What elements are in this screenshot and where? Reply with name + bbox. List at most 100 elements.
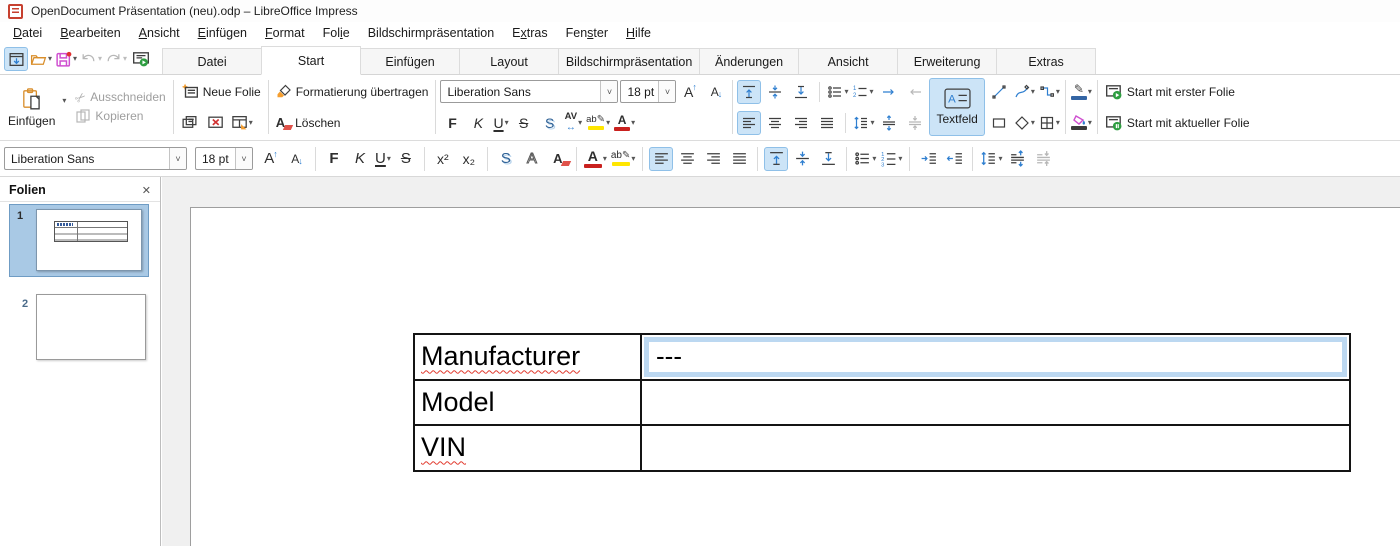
insert-textbox-button[interactable]: A Textfeld [929,78,984,136]
slide-thumbnail-1[interactable]: 1 [9,204,149,277]
tab-layout[interactable]: Layout [459,48,559,74]
align-justify-button[interactable] [815,111,839,135]
insert-line-button[interactable] [987,80,1011,104]
decrease-paragraph-spacing-button[interactable] [903,111,927,135]
unordered-list-button-2[interactable]: ▾ [853,150,877,167]
table-cell-vin-label[interactable]: VIN [415,426,640,470]
tab-extras[interactable]: Extras [996,48,1096,74]
content-table[interactable]: Manufacturer --- Model VIN [413,333,1351,472]
font-name-combo-2[interactable]: Liberation Sans ˅ [4,147,187,170]
table-cell-model-label[interactable]: Model [415,381,640,425]
decrease-paragraph-spacing-button-2[interactable] [1031,147,1055,171]
paste-button[interactable]: Einfügen [2,85,61,130]
start-first-slide-button[interactable]: Start mit erster Folie [1102,81,1238,103]
fill-color-button[interactable]: ▾ [1070,115,1093,130]
slide-thumbnail-2[interactable] [36,294,146,360]
increase-indent-button[interactable] [916,147,940,171]
align-center-button[interactable] [763,111,787,135]
delete-slide-button[interactable] [204,111,228,135]
menu-hilfe[interactable]: Hilfe [617,24,660,42]
undo-dropdown[interactable]: ▾ [98,55,102,63]
clear-formatting-button[interactable]: A Löschen [273,113,344,132]
ordered-list-button-2[interactable]: 123 ▾ [879,150,903,167]
grow-font-button-2[interactable]: A↑ [259,147,283,171]
menu-bildschirmpraesentation[interactable]: Bildschirmpräsentation [359,24,503,42]
align-left-button-2[interactable] [649,147,673,171]
increase-paragraph-spacing-button-2[interactable] [1005,147,1029,171]
ordered-list-button[interactable]: 12 ▾ [851,84,874,100]
active-text-edit-frame[interactable]: --- [644,337,1347,377]
menu-format[interactable]: Format [256,24,314,42]
tab-erweiterung[interactable]: Erweiterung [897,48,997,74]
workspace-canvas[interactable]: Manufacturer --- Model VIN [162,177,1400,546]
menu-folie[interactable]: Folie [314,24,359,42]
highlight-color-button-2[interactable]: ab✎ ▾ [610,151,637,166]
decrease-indent-button[interactable] [942,147,966,171]
table-cell-manufacturer-label[interactable]: Manufacturer [415,335,640,379]
line-color-button[interactable]: ✎ ▾ [1070,83,1093,100]
chevron-down-icon[interactable]: ˅ [235,148,252,169]
shrink-font-button-2[interactable]: A↓ [285,147,309,171]
font-name-combo[interactable]: Liberation Sans ˅ [440,80,618,103]
font-color-button-2[interactable]: A ▾ [583,149,608,168]
valign-center-button-2[interactable] [790,147,814,171]
cut-button[interactable]: ✂ Ausschneiden [72,88,168,106]
italic-button-2[interactable]: K [348,147,372,171]
font-size-combo-2[interactable]: 18 pt ˅ [195,147,253,170]
align-justify-button-2[interactable] [727,147,751,171]
table-cell-manufacturer-value[interactable]: --- [642,335,1349,379]
chevron-down-icon[interactable]: ˅ [658,81,675,102]
tab-ansicht[interactable]: Ansicht [798,48,898,74]
menu-einfuegen[interactable]: Einfügen [189,24,256,42]
menu-bearbeiten[interactable]: Bearbeiten [51,24,129,42]
tab-start[interactable]: Start [261,46,361,75]
clone-formatting-button[interactable]: Formatierung übertragen [273,82,432,102]
save-dropdown[interactable]: ▾ [73,55,77,63]
menu-ansicht[interactable]: Ansicht [130,24,189,42]
grow-font-button[interactable]: A↑ [678,80,702,104]
insert-shape-button[interactable]: ▾ [1013,115,1036,131]
insert-curve-button[interactable]: ▾ [1013,84,1036,100]
character-spacing-button[interactable]: AV↔ ▾ [564,112,584,133]
insert-rectangle-button[interactable] [987,111,1011,135]
underline-button-2[interactable]: U▾ [374,151,392,166]
display-views-button[interactable]: ▾ [1038,115,1061,131]
underline-button[interactable]: U▾ [492,116,509,130]
chevron-down-icon[interactable]: ˅ [600,81,617,102]
strikethrough-button-2[interactable]: S [394,147,418,171]
bold-button[interactable]: F [440,111,464,135]
save-button[interactable]: ▾ [54,47,78,71]
redo-dropdown[interactable]: ▾ [123,55,127,63]
paste-dropdown[interactable]: ▾ [62,97,66,105]
highlight-color-button[interactable]: ab✎ ▾ [585,115,611,130]
shadow-button[interactable]: S [538,111,562,135]
clear-direct-formatting-button[interactable]: A [546,147,570,171]
tab-aenderungen[interactable]: Änderungen [699,48,799,74]
open-button[interactable]: ▾ [29,47,53,71]
superscript-button[interactable]: x² [431,147,455,171]
bold-button-2[interactable]: F [322,147,346,171]
table-cell-vin-value[interactable] [642,426,1349,470]
notebookbar-menu-button[interactable] [4,47,28,71]
menu-extras[interactable]: Extras [503,24,556,42]
valign-top-button[interactable] [737,80,761,104]
shadow-button-2[interactable]: S [494,147,518,171]
align-right-button[interactable] [789,111,813,135]
start-presentation-button[interactable] [129,47,153,71]
increase-paragraph-spacing-button[interactable] [877,111,901,135]
insert-connector-button[interactable]: ▾ [1038,84,1061,100]
align-left-button[interactable] [737,111,761,135]
valign-center-button[interactable] [763,80,787,104]
strikethrough-button[interactable]: S [512,111,536,135]
duplicate-slide-button[interactable] [178,111,202,135]
menu-fenster[interactable]: Fenster [557,24,617,42]
subscript-button[interactable]: x₂ [457,147,481,171]
chevron-down-icon[interactable]: ˅ [169,148,186,169]
align-center-button-2[interactable] [675,147,699,171]
valign-top-button-2[interactable] [764,147,788,171]
outline-font-button[interactable]: A [520,147,544,171]
redo-button[interactable]: ▾ [104,47,128,71]
open-dropdown[interactable]: ▾ [48,55,52,63]
italic-button[interactable]: K [466,111,490,135]
shrink-font-button[interactable]: A↓ [704,80,728,104]
